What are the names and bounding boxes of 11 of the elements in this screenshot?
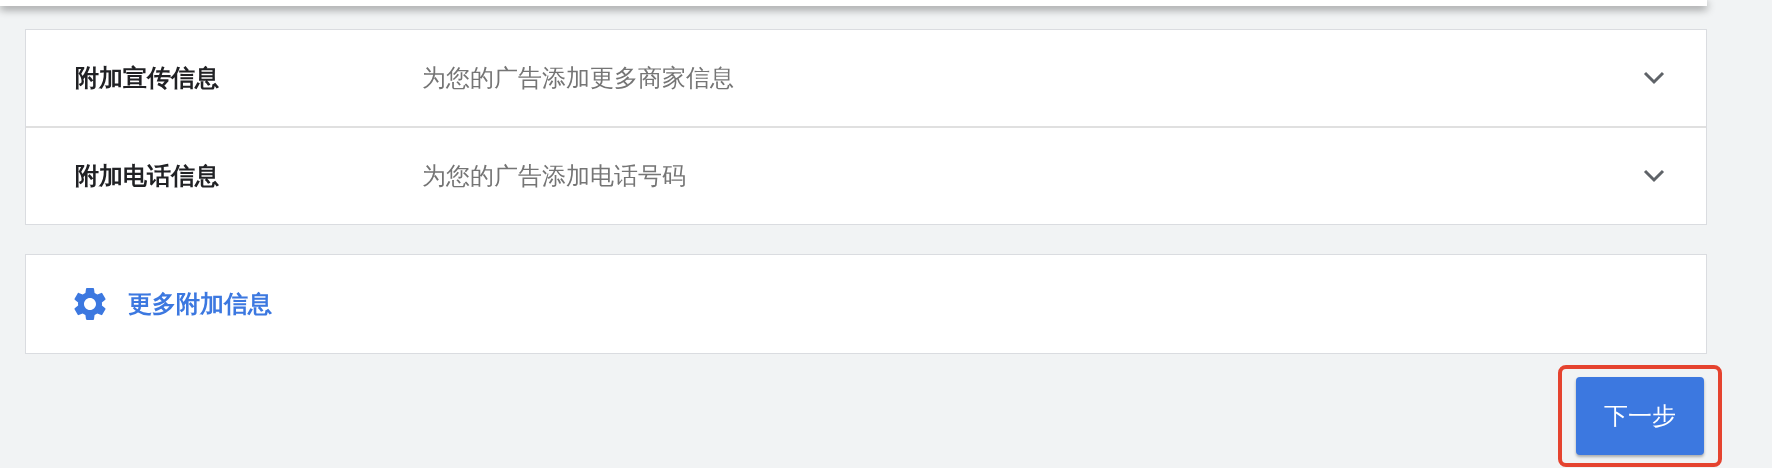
extension-description: 为您的广告添加电话号码 xyxy=(422,161,687,192)
extension-row[interactable]: 附加电话信息 为您的广告添加电话号码 xyxy=(26,126,1706,224)
extension-row[interactable]: 附加宣传信息 为您的广告添加更多商家信息 xyxy=(26,30,1706,126)
next-button[interactable]: 下一步 xyxy=(1576,377,1704,455)
extension-label: 附加宣传信息 xyxy=(75,63,220,94)
chevron-icon[interactable] xyxy=(1642,70,1666,86)
extension-description: 为您的广告添加更多商家信息 xyxy=(422,63,735,94)
chevron-icon[interactable] xyxy=(1642,168,1666,184)
extension-label: 附加电话信息 xyxy=(75,161,220,192)
more-extensions-link[interactable]: 更多附加信息 xyxy=(70,284,272,324)
more-extensions-label: 更多附加信息 xyxy=(128,289,272,320)
